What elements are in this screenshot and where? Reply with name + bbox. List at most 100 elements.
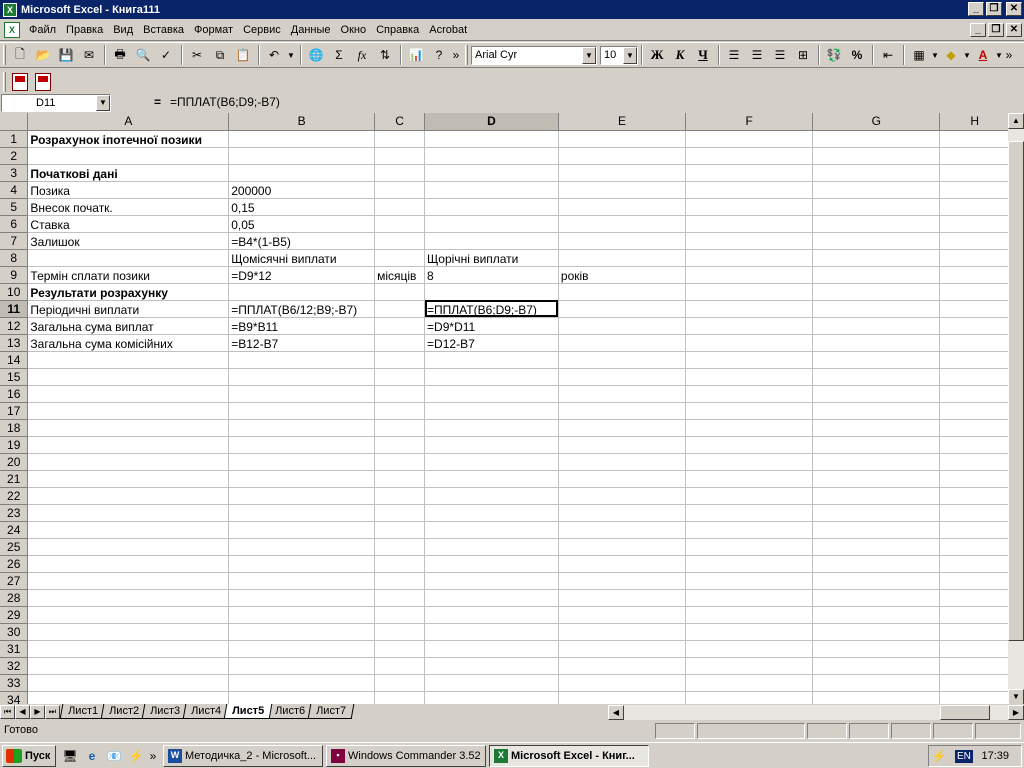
cell-f21[interactable]: [685, 470, 814, 488]
cell-a8[interactable]: [27, 249, 230, 267]
cell-a32[interactable]: [27, 657, 230, 675]
cell-b32[interactable]: [228, 657, 376, 675]
cell-b19[interactable]: [228, 436, 376, 454]
cell-e26[interactable]: [558, 555, 687, 573]
cell-d16[interactable]: [424, 385, 559, 403]
row-header[interactable]: 19: [0, 436, 29, 454]
row-header[interactable]: 21: [0, 470, 29, 488]
cell-b29[interactable]: [228, 606, 376, 624]
cell-e24[interactable]: [558, 521, 687, 539]
more-quicklaunch-icon[interactable]: »: [148, 746, 158, 766]
print-icon[interactable]: 🖶: [109, 44, 131, 66]
cell-c27[interactable]: [374, 572, 426, 590]
cell-d33[interactable]: [424, 674, 559, 692]
minimize-button[interactable]: _: [968, 2, 984, 16]
font-size-select[interactable]: 10 ▼: [600, 45, 638, 65]
row-header[interactable]: 17: [0, 402, 29, 420]
cell-c18[interactable]: [374, 419, 426, 437]
scroll-down-icon[interactable]: ▼: [1008, 689, 1024, 705]
row-header[interactable]: 15: [0, 368, 29, 386]
cell-f9[interactable]: [685, 266, 814, 284]
cell-a26[interactable]: [27, 555, 230, 573]
print-preview-icon[interactable]: 🔍: [132, 44, 154, 66]
cell-g14[interactable]: [812, 351, 941, 369]
cell-g29[interactable]: [812, 606, 941, 624]
cell-d18[interactable]: [424, 419, 559, 437]
cell-d26[interactable]: [424, 555, 559, 573]
open-folder-icon[interactable]: 📂: [32, 44, 54, 66]
taskbar-excel-button[interactable]: X Microsoft Excel - Книг...: [489, 744, 649, 767]
cell-h29[interactable]: [939, 606, 1010, 624]
cell-f11[interactable]: [685, 300, 814, 318]
cell-c12[interactable]: [374, 317, 426, 335]
merge-center-icon[interactable]: ⊞: [792, 44, 814, 66]
cell-b11[interactable]: =ППЛАТ(B6/12;B9;-B7): [228, 300, 376, 318]
cell-e15[interactable]: [558, 368, 687, 386]
cell-c11[interactable]: [374, 300, 426, 318]
prev-sheet-icon[interactable]: ◀: [15, 705, 30, 719]
cell-g4[interactable]: [812, 181, 941, 199]
cell-a20[interactable]: [27, 453, 230, 471]
cell-c4[interactable]: [374, 181, 426, 199]
cell-b27[interactable]: [228, 572, 376, 590]
cell-d5[interactable]: [424, 198, 559, 216]
cell-a34[interactable]: [27, 691, 230, 705]
cell-g5[interactable]: [812, 198, 941, 216]
cell-b6[interactable]: 0,05: [228, 215, 376, 233]
cell-f4[interactable]: [685, 181, 814, 199]
cell-h17[interactable]: [939, 402, 1010, 420]
row-header[interactable]: 14: [0, 351, 29, 369]
cell-b13[interactable]: =B12-B7: [228, 334, 376, 352]
cell-c10[interactable]: [374, 283, 426, 301]
cell-e20[interactable]: [558, 453, 687, 471]
cell-e5[interactable]: [558, 198, 687, 216]
cell-f16[interactable]: [685, 385, 814, 403]
vertical-scrollbar[interactable]: ▲ ▼: [1008, 113, 1024, 705]
start-button[interactable]: Пуск: [2, 744, 56, 767]
row-header[interactable]: 23: [0, 504, 29, 522]
row-header[interactable]: 8: [0, 249, 29, 267]
row-header[interactable]: 24: [0, 521, 29, 539]
cell-g32[interactable]: [812, 657, 941, 675]
cell-b15[interactable]: [228, 368, 376, 386]
cell-g24[interactable]: [812, 521, 941, 539]
spelling-icon[interactable]: ✓: [155, 44, 177, 66]
cell-h33[interactable]: [939, 674, 1010, 692]
cell-a23[interactable]: [27, 504, 230, 522]
cell-g15[interactable]: [812, 368, 941, 386]
cell-e10[interactable]: [558, 283, 687, 301]
cell-f15[interactable]: [685, 368, 814, 386]
cell-e16[interactable]: [558, 385, 687, 403]
menu-view[interactable]: Вид: [108, 24, 138, 36]
cell-c15[interactable]: [374, 368, 426, 386]
cell-a12[interactable]: Загальна сума виплат: [27, 317, 230, 335]
cell-g28[interactable]: [812, 589, 941, 607]
row-header[interactable]: 2: [0, 147, 29, 165]
row-header[interactable]: 31: [0, 640, 29, 658]
cell-e31[interactable]: [558, 640, 687, 658]
fill-color-icon[interactable]: ◆: [940, 44, 962, 66]
hyperlink-globe-icon[interactable]: 🌐: [305, 44, 327, 66]
cell-e19[interactable]: [558, 436, 687, 454]
cell-h6[interactable]: [939, 215, 1010, 233]
cell-c8[interactable]: [374, 249, 426, 267]
cell-d3[interactable]: [424, 164, 559, 182]
cell-e25[interactable]: [558, 538, 687, 556]
cell-b24[interactable]: [228, 521, 376, 539]
cell-b21[interactable]: [228, 470, 376, 488]
cell-h18[interactable]: [939, 419, 1010, 437]
sheet-tab[interactable]: Лист4: [182, 704, 230, 719]
select-all-corner[interactable]: [0, 113, 29, 131]
cell-b25[interactable]: [228, 538, 376, 556]
function-icon[interactable]: fx: [351, 44, 373, 66]
cell-a6[interactable]: Ставка: [27, 215, 230, 233]
row-header[interactable]: 7: [0, 232, 29, 250]
row-header[interactable]: 29: [0, 606, 29, 624]
cell-e8[interactable]: [558, 249, 687, 267]
column-header-e[interactable]: E: [558, 113, 687, 131]
font-color-dropdown-icon[interactable]: ▼: [995, 44, 1003, 66]
new-document-icon[interactable]: 🗋: [9, 44, 31, 66]
cell-b2[interactable]: [228, 147, 376, 165]
cell-h7[interactable]: [939, 232, 1010, 250]
cell-d19[interactable]: [424, 436, 559, 454]
